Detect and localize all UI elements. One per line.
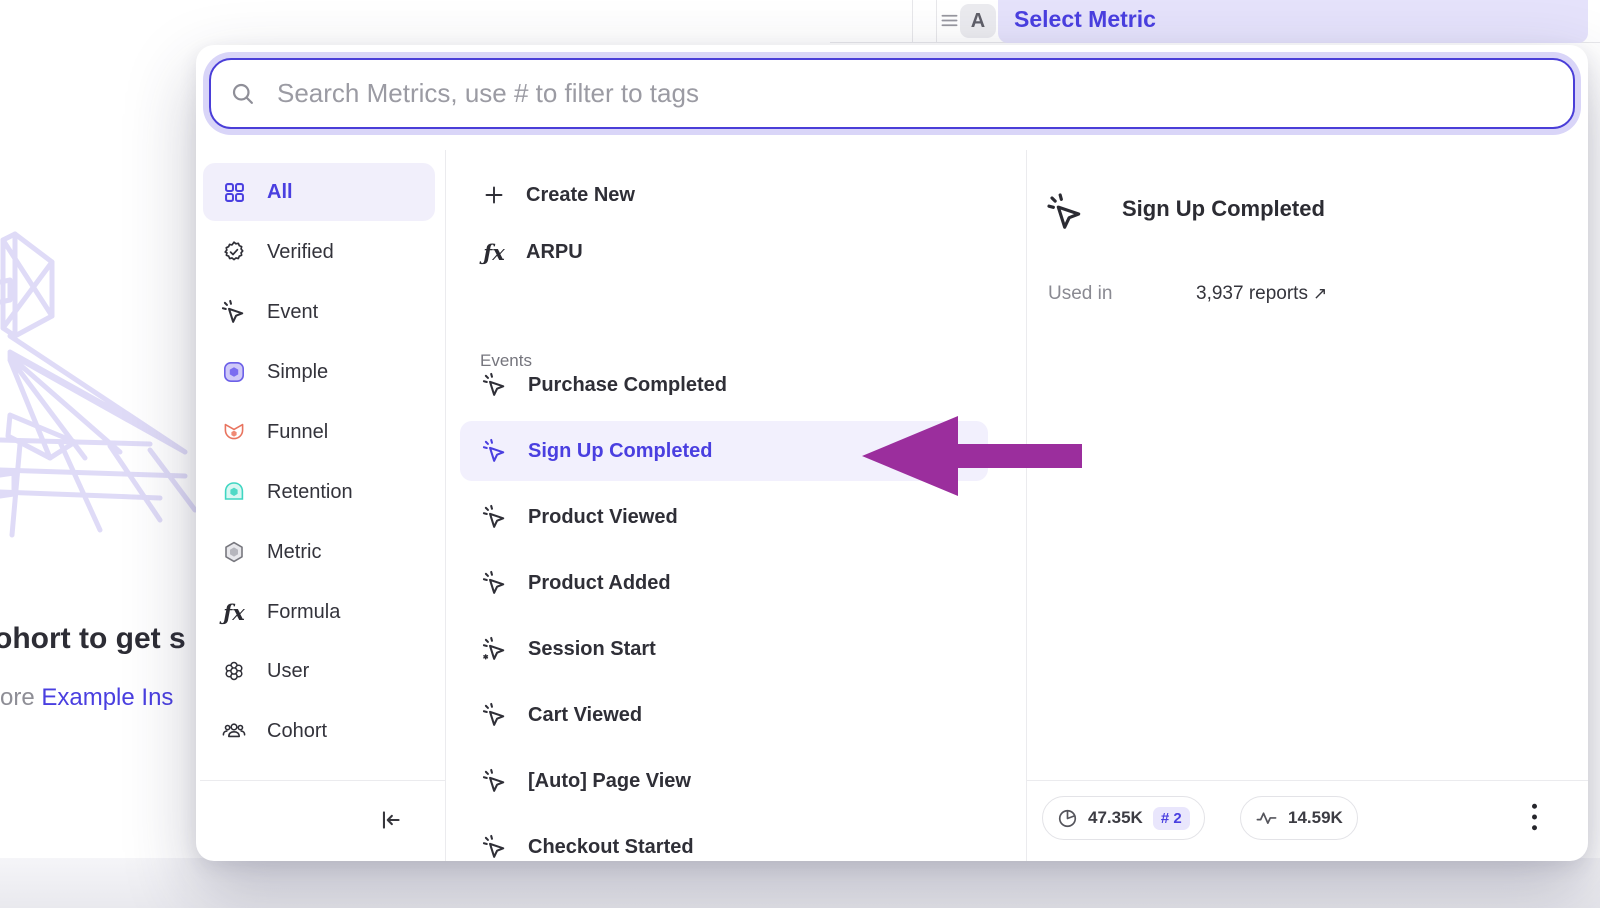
- column-divider: [1026, 150, 1027, 861]
- create-new-button[interactable]: Create New: [460, 167, 988, 223]
- toolbar-separator: [912, 0, 913, 42]
- sidebar-item-label: User: [267, 660, 309, 683]
- event-cursor-star-icon: [482, 636, 508, 662]
- sidebar-item-label: Retention: [267, 481, 353, 504]
- event-cursor-icon: [482, 438, 508, 464]
- drag-handle-icon[interactable]: [940, 6, 960, 34]
- external-link-icon: ↗: [1313, 284, 1327, 303]
- cohort-people-icon: [222, 719, 246, 743]
- list-item-label: Product Viewed: [528, 506, 678, 529]
- list-item-event[interactable]: [Auto] Page View: [460, 753, 988, 809]
- sidebar-item-label: All: [267, 181, 293, 204]
- list-item-label: Product Added: [528, 572, 671, 595]
- sidebar-item-label: Simple: [267, 361, 328, 384]
- event-cursor-icon: [482, 570, 508, 596]
- event-cursor-icon: [1046, 192, 1086, 232]
- metric-series-badge[interactable]: A: [960, 4, 996, 38]
- metric-hexagon-icon: [222, 540, 246, 564]
- event-cursor-icon: [482, 372, 508, 398]
- search-input[interactable]: [275, 77, 1557, 110]
- list-item-event[interactable]: Purchase Completed: [460, 357, 988, 413]
- secondary-count-value: 14.59K: [1288, 808, 1343, 828]
- simple-icon: [222, 360, 246, 384]
- list-item-label: Checkout Started: [528, 836, 694, 859]
- select-metric-field[interactable]: Select Metric: [998, 0, 1588, 43]
- list-item-label: [Auto] Page View: [528, 770, 691, 793]
- total-count-badge[interactable]: 47.35K # 2: [1042, 796, 1205, 840]
- list-item-label: Sign Up Completed: [528, 440, 712, 463]
- pie-chart-icon: [1057, 808, 1078, 829]
- event-cursor-icon: [222, 300, 246, 324]
- sidebar-item-funnel[interactable]: Funnel: [203, 403, 435, 461]
- event-cursor-icon: [482, 702, 508, 728]
- sidebar-item-label: Metric: [267, 541, 321, 564]
- list-item-arpu[interactable]: ƒx ARPU: [460, 224, 988, 280]
- list-item-label: Session Start: [528, 638, 656, 661]
- plus-icon: [482, 183, 506, 207]
- link-prefix: ore: [0, 684, 41, 711]
- sidebar-item-label: Formula: [267, 601, 340, 624]
- verified-badge-icon: [222, 240, 246, 264]
- sidebar-footer-divider: [200, 780, 445, 781]
- collapse-sidebar-button[interactable]: [376, 805, 406, 835]
- activity-pulse-icon: [1255, 807, 1278, 830]
- used-in-label: Used in: [1048, 283, 1112, 305]
- event-cursor-icon: [482, 834, 508, 860]
- funnel-icon: [222, 420, 246, 444]
- detail-footer-divider: [1026, 780, 1588, 781]
- background-link-line: ore Example Ins: [0, 684, 173, 712]
- screen: A Select Metric ohort to get s ore Examp…: [0, 0, 1600, 908]
- rank-chip: # 2: [1153, 807, 1190, 830]
- sidebar-item-cohort[interactable]: Cohort: [203, 702, 435, 760]
- search-icon: [229, 80, 257, 108]
- background-headline: ohort to get s: [0, 622, 186, 656]
- page-bottom-strip: [0, 858, 1600, 908]
- list-item-event[interactable]: Session Start: [460, 621, 988, 677]
- sidebar-item-verified[interactable]: Verified: [203, 223, 435, 281]
- event-cursor-icon: [482, 768, 508, 794]
- sidebar-item-retention[interactable]: Retention: [203, 463, 435, 521]
- sidebar-item-label: Cohort: [267, 720, 327, 743]
- list-item-label: ARPU: [526, 241, 583, 264]
- kebab-menu-icon: [1531, 803, 1538, 831]
- sidebar-item-formula[interactable]: ƒx Formula: [203, 583, 435, 641]
- decorative-wireframe-art: [0, 222, 200, 544]
- user-cluster-icon: [222, 659, 246, 683]
- sidebar-item-all[interactable]: All: [203, 163, 435, 221]
- all-grid-icon: [222, 180, 246, 204]
- column-divider: [445, 150, 446, 861]
- list-item-event[interactable]: Product Added: [460, 555, 988, 611]
- detail-title: Sign Up Completed: [1122, 196, 1325, 222]
- create-new-label: Create New: [526, 184, 635, 207]
- search-box[interactable]: [209, 58, 1575, 129]
- sidebar-item-label: Funnel: [267, 421, 328, 444]
- sidebar-item-label: Verified: [267, 241, 334, 264]
- total-count-value: 47.35K: [1088, 808, 1143, 828]
- formula-fx-icon: ƒx: [222, 600, 246, 624]
- sidebar-item-simple[interactable]: Simple: [203, 343, 435, 401]
- more-options-button[interactable]: [1526, 800, 1542, 834]
- formula-fx-icon: ƒx: [482, 240, 506, 264]
- search-focus-ring: [203, 52, 1581, 135]
- collapse-left-icon: [378, 807, 404, 833]
- annotation-arrow: [860, 410, 1090, 502]
- example-insights-link[interactable]: Example Ins: [41, 684, 173, 711]
- list-item-event[interactable]: Checkout Started: [460, 819, 988, 861]
- secondary-count-badge[interactable]: 14.59K: [1240, 796, 1358, 840]
- sidebar-item-metric[interactable]: Metric: [203, 523, 435, 581]
- list-item-label: Cart Viewed: [528, 704, 642, 727]
- select-metric-label: Select Metric: [1014, 6, 1156, 33]
- sidebar-item-label: Event: [267, 301, 318, 324]
- retention-icon: [222, 480, 246, 504]
- list-item-event[interactable]: Cart Viewed: [460, 687, 988, 743]
- event-cursor-icon: [482, 504, 508, 530]
- used-in-reports-link[interactable]: 3,937 reports↗: [1196, 283, 1327, 305]
- sidebar-item-event[interactable]: Event: [203, 283, 435, 341]
- list-item-label: Purchase Completed: [528, 374, 727, 397]
- sidebar-item-user[interactable]: User: [203, 642, 435, 700]
- toolbar-separator: [936, 0, 937, 42]
